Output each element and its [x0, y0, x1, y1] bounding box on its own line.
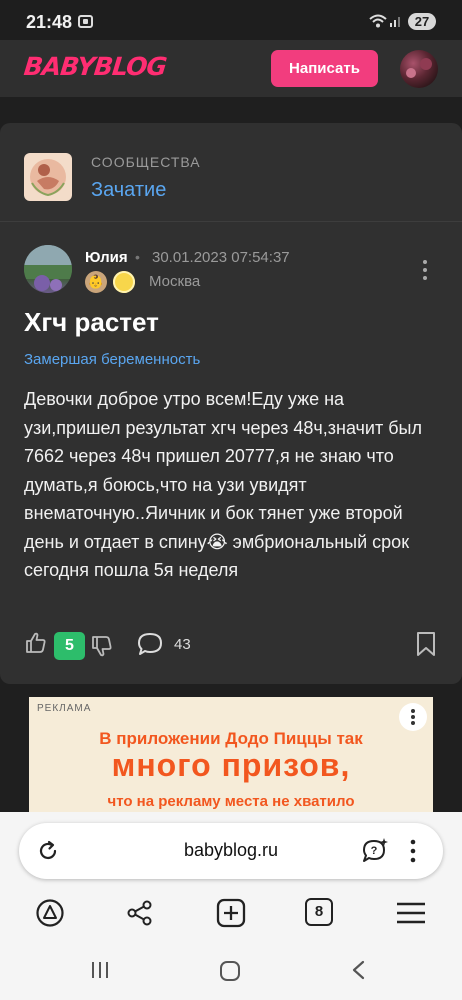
thumbs-down-icon[interactable]	[90, 634, 114, 658]
screen-record-icon	[78, 15, 93, 28]
battery-indicator: 27	[408, 13, 436, 30]
recent-apps-icon[interactable]	[90, 960, 110, 980]
assistant-chat-icon[interactable]: ?	[361, 837, 389, 865]
browser-nav-row: 8	[0, 898, 462, 934]
back-icon[interactable]	[350, 960, 366, 980]
user-avatar[interactable]	[400, 50, 438, 88]
post-card: СООБЩЕСТВА Зачатие Юлия • 30.01.2023 07:…	[0, 123, 462, 684]
browser-menu-icon[interactable]	[409, 838, 417, 864]
home-icon[interactable]	[219, 960, 241, 982]
post-body: Девочки доброе утро всем!Еду уже на узи,…	[24, 389, 422, 580]
hamburger-menu-icon[interactable]	[396, 898, 426, 928]
post-tag-link[interactable]: Замершая беременность	[24, 351, 200, 368]
address-bar[interactable]: babyblog.ru ?	[19, 823, 443, 879]
bookmark-icon[interactable]	[415, 631, 437, 657]
community-name-link[interactable]: Зачатие	[91, 179, 166, 202]
status-time: 21:48	[26, 12, 73, 32]
ad-menu-button[interactable]	[399, 703, 427, 731]
comment-count[interactable]: 43	[174, 636, 191, 653]
write-post-button[interactable]: Написать	[271, 50, 378, 87]
post-title: Хгч растет	[24, 307, 159, 337]
rating-score: 5	[54, 632, 85, 660]
author-avatar[interactable]	[24, 245, 72, 293]
tabs-count-button[interactable]: 8	[305, 898, 333, 926]
community-header[interactable]: СООБЩЕСТВА Зачатие	[0, 123, 462, 222]
signal-icon	[390, 17, 400, 27]
ad-text-line-3: что на рекламу места не хватило	[107, 793, 355, 810]
alice-assistant-icon[interactable]	[35, 898, 65, 928]
status-bar: 21:48 27	[0, 0, 462, 40]
ad-text-line-1: В приложении Додо Пиццы так	[99, 729, 363, 748]
thumbs-up-icon[interactable]	[24, 631, 48, 655]
browser-toolbar: babyblog.ru ? 8	[0, 812, 462, 940]
baby-badge-icon: 👶	[85, 271, 107, 293]
author-city: Москва	[149, 273, 201, 290]
ad-label: РЕКЛАМА	[33, 701, 96, 716]
author-name[interactable]: Юлия	[85, 249, 128, 266]
babyblog-logo[interactable]: BABYBLOG	[22, 52, 167, 81]
community-logo[interactable]	[24, 153, 72, 201]
share-icon[interactable]	[125, 898, 155, 928]
separator-dot: •	[135, 249, 140, 265]
ad-menu-icon	[411, 709, 415, 725]
new-tab-icon[interactable]	[216, 898, 246, 928]
post-date: 30.01.2023 07:54:37	[152, 249, 290, 266]
ad-text-line-2: много призов,	[111, 747, 351, 783]
wifi-icon	[369, 14, 387, 28]
moon-badge-icon	[113, 271, 135, 293]
site-header: BABYBLOG Написать	[0, 40, 462, 97]
android-navigation-bar	[0, 940, 462, 1000]
community-caption: СООБЩЕСТВА	[91, 154, 201, 170]
more-options-icon[interactable]	[418, 258, 432, 282]
advertisement-banner[interactable]: РЕКЛАМА В приложении Додо Пиццы так мног…	[29, 697, 433, 812]
comment-icon[interactable]	[137, 632, 163, 656]
svg-text:?: ?	[371, 845, 378, 857]
